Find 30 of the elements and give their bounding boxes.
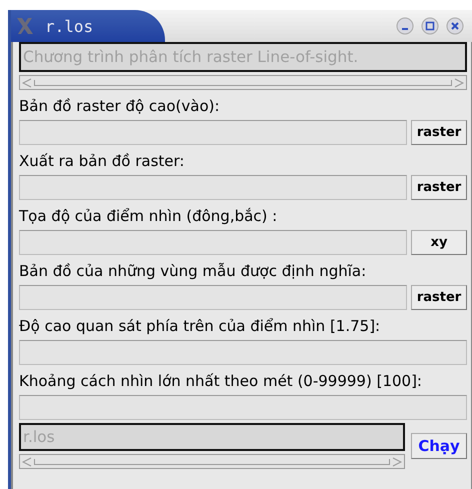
input-field[interactable]	[19, 395, 467, 420]
field-label: Xuất ra bản đồ raster:	[19, 151, 186, 172]
horizontal-scrollbar[interactable]	[19, 75, 467, 90]
horizontal-scrollbar[interactable]	[19, 454, 405, 469]
input-field[interactable]	[19, 285, 407, 310]
field-label: Tọa độ của điểm nhìn (đông,bắc) :	[19, 206, 278, 227]
browse-button[interactable]: raster	[411, 120, 467, 145]
input-field[interactable]	[19, 120, 407, 145]
field-label: Bản đồ của những vùng mẫu được định nghĩa:	[19, 261, 368, 282]
maximize-icon[interactable]	[421, 17, 439, 35]
scroll-left-icon[interactable]	[22, 78, 32, 88]
command-field: r.los	[19, 423, 405, 451]
minimize-icon[interactable]	[396, 17, 414, 35]
browse-button[interactable]: xy	[411, 230, 467, 255]
description-field: Chương trình phân tích raster Line-of-sight.	[19, 42, 467, 72]
window-title: r.los	[45, 16, 94, 36]
field-label: Khoảng cách nhìn lớn nhất theo mét (0-99999) [100]:	[19, 371, 423, 392]
scroll-left-icon[interactable]	[22, 456, 32, 466]
input-field[interactable]	[19, 230, 407, 255]
close-icon[interactable]	[446, 17, 464, 35]
scroll-right-icon[interactable]	[454, 78, 464, 88]
field-label: Độ cao quan sát phía trên của điểm nhìn [1.75]:	[19, 316, 382, 337]
input-field[interactable]	[19, 175, 407, 200]
browse-button[interactable]: raster	[411, 285, 467, 310]
scroll-right-icon[interactable]	[392, 456, 402, 466]
field-label: Bản đồ raster độ cao(vào):	[19, 96, 221, 117]
x-logo-icon	[15, 17, 35, 35]
run-button[interactable]: Chạy	[411, 433, 467, 459]
browse-button[interactable]: raster	[411, 175, 467, 200]
input-field[interactable]	[19, 340, 467, 365]
